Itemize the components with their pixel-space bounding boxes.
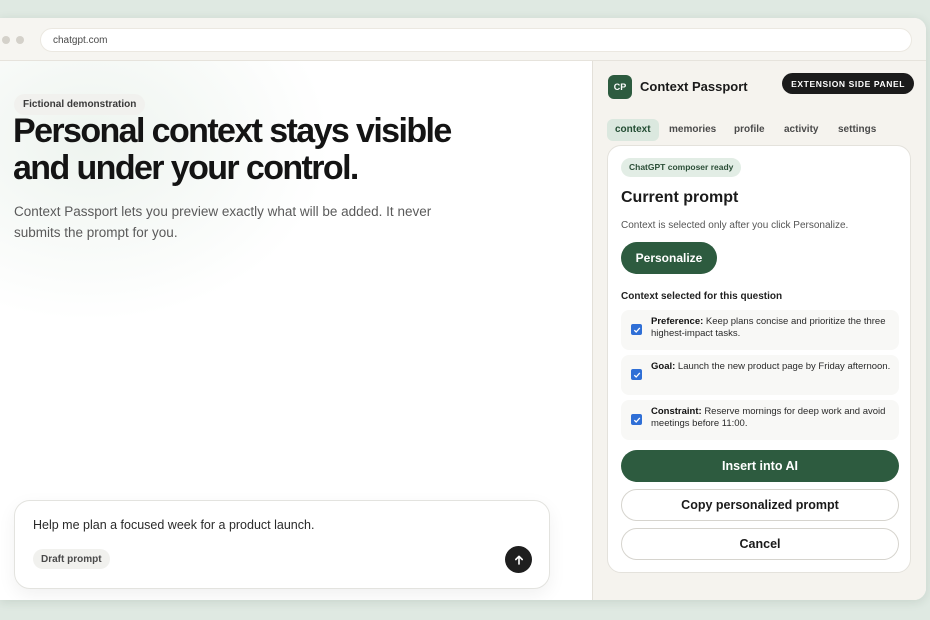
send-button[interactable] <box>505 546 532 573</box>
composer-input[interactable]: Help me plan a focused week for a produc… <box>33 518 314 532</box>
extension-side-panel: CP Context Passport EXTENSION SIDE PANEL… <box>592 61 926 600</box>
headline-line-2: and under your control. <box>13 149 359 187</box>
window-control-dot[interactable] <box>2 36 10 44</box>
tab-profile[interactable]: profile <box>726 119 773 141</box>
context-item-text: Goal: Launch the new product page by Fri… <box>651 361 891 373</box>
context-item-label: Preference: <box>651 316 704 327</box>
tab-context[interactable]: context <box>607 119 659 141</box>
context-item-text: Constraint: Reserve mornings for deep wo… <box>651 406 891 430</box>
status-badge: ChatGPT composer ready <box>621 158 742 177</box>
personalize-button[interactable]: Personalize <box>621 242 717 274</box>
chat-main-area: Fictional demonstration Personal context… <box>0 61 592 600</box>
context-item-text: Preference: Keep plans concise and prior… <box>651 316 891 340</box>
window-control-dot[interactable] <box>16 36 24 44</box>
checkbox-checked[interactable] <box>631 324 642 335</box>
context-item-label: Goal: <box>651 361 676 372</box>
arrow-up-icon <box>514 555 523 565</box>
check-icon <box>633 326 640 333</box>
check-icon <box>633 371 640 378</box>
hero-subtext: Context Passport lets you preview exactl… <box>14 204 432 240</box>
checkbox-checked[interactable] <box>631 414 642 425</box>
draft-prompt-badge: Draft prompt <box>33 549 110 569</box>
app-logo-badge: CP <box>608 75 632 99</box>
tab-activity[interactable]: activity <box>776 119 826 141</box>
cancel-button[interactable]: Cancel <box>621 528 899 560</box>
browser-window: chatgpt.com Fictional demonstration Pers… <box>0 18 926 600</box>
context-item-preference[interactable]: Preference: Keep plans concise and prior… <box>621 310 899 350</box>
panel-title: Context Passport <box>640 79 748 94</box>
page-headline: Personal context stays visible and under… <box>13 113 573 187</box>
copy-prompt-button[interactable]: Copy personalized prompt <box>621 489 899 521</box>
context-card: ChatGPT composer ready Current prompt Co… <box>607 145 911 573</box>
address-bar[interactable]: chatgpt.com <box>40 28 912 52</box>
context-item-constraint[interactable]: Constraint: Reserve mornings for deep wo… <box>621 400 899 440</box>
insert-into-ai-button[interactable]: Insert into AI <box>621 450 899 482</box>
checkbox-checked[interactable] <box>631 369 642 380</box>
context-item-goal[interactable]: Goal: Launch the new product page by Fri… <box>621 355 899 395</box>
context-item-label: Constraint: <box>651 406 702 417</box>
tab-memories[interactable]: memories <box>661 119 724 141</box>
prompt-composer[interactable]: Help me plan a focused week for a produc… <box>14 500 550 589</box>
context-section-label: Context selected for this question <box>621 291 783 302</box>
card-note: Context is selected only after you click… <box>621 220 849 231</box>
tab-settings[interactable]: settings <box>830 119 884 141</box>
extension-side-panel-badge: EXTENSION SIDE PANEL <box>782 73 914 94</box>
check-icon <box>633 416 640 423</box>
browser-titlebar: chatgpt.com <box>0 18 926 61</box>
headline-line-1: Personal context stays visible <box>13 112 452 150</box>
card-heading: Current prompt <box>621 189 739 206</box>
context-item-value: Launch the new product page by Friday af… <box>677 361 891 372</box>
